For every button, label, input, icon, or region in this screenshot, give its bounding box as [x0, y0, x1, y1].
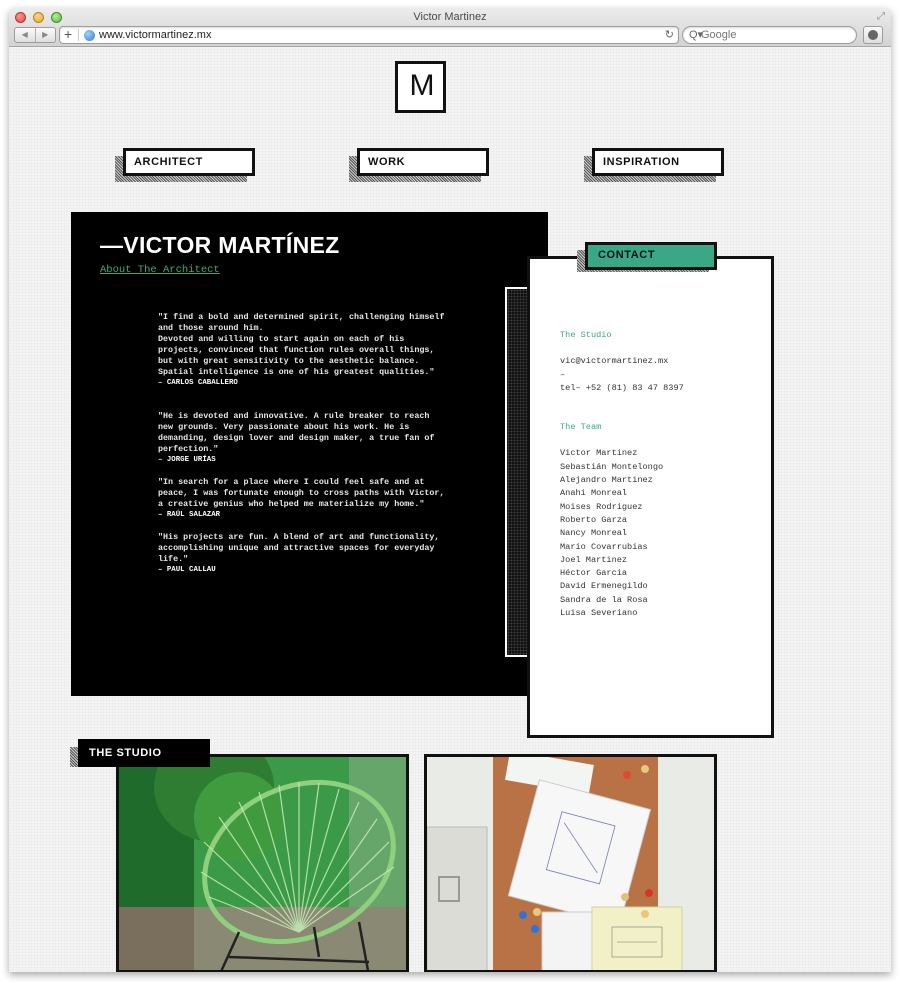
- fullscreen-icon[interactable]: ⤢: [877, 11, 885, 22]
- back-button[interactable]: ◀: [15, 28, 36, 42]
- team-member: Sebastián Montelongo: [560, 461, 664, 472]
- testimonials: "I find a bold and determined spirit, ch…: [158, 312, 458, 576]
- team-member: Anahi Monreal: [560, 488, 628, 499]
- testimonial-author: – CARLOS CABALLERO: [158, 379, 238, 387]
- studio-heading: The Studio: [560, 330, 612, 340]
- contact-tab-label[interactable]: CONTACT: [585, 242, 717, 270]
- team-member: Alejandro Martinez: [560, 475, 653, 486]
- nav-item-architect[interactable]: ARCHITECT: [115, 148, 263, 188]
- about-the-architect-link[interactable]: About The Architect: [100, 264, 220, 276]
- team-member: Victor Martinez: [560, 448, 638, 459]
- downloads-button[interactable]: [863, 26, 883, 44]
- studio-label-text[interactable]: THE STUDIO: [78, 739, 210, 767]
- contact-details: The Studio vic@victormartinez.mx – tel– …: [560, 329, 684, 620]
- browser-window: Victor Martinez ⤢ ◀ ▶ + www.victormartin…: [9, 8, 891, 972]
- add-bookmark-icon[interactable]: +: [64, 26, 72, 42]
- chair-image: [119, 757, 406, 970]
- nav-label[interactable]: INSPIRATION: [592, 148, 724, 176]
- team-member: Héctor Garcia: [560, 568, 628, 579]
- forward-button[interactable]: ▶: [36, 28, 56, 42]
- studio-photo-chair[interactable]: [116, 754, 409, 972]
- testimonial-author: – PAUL CALLAU: [158, 566, 216, 574]
- testimonial-author: – RAÚL SALAZAR: [158, 511, 221, 519]
- url-text[interactable]: www.victormartinez.mx: [99, 29, 211, 41]
- team-member: Roberto Garza: [560, 514, 628, 525]
- separator: –: [560, 369, 566, 380]
- email-link[interactable]: vic@victormartinez.mx: [560, 355, 684, 368]
- team-member: Moises Rodriguez: [560, 501, 643, 512]
- team-member: David Ermenegildo: [560, 581, 648, 592]
- team-member: Sandra de la Rosa: [560, 594, 648, 605]
- web-page: M ARCHITECT WORK INSPIRATION —VICTOR MAR…: [9, 48, 891, 972]
- testimonial-text: "His projects are fun. A blend of art an…: [158, 532, 440, 564]
- team-member: Luisa Severiano: [560, 608, 638, 619]
- nav-label[interactable]: WORK: [357, 148, 489, 176]
- search-bar[interactable]: Q▾: [682, 26, 857, 44]
- team-heading: The Team: [560, 422, 602, 433]
- testimonial-text: "I find a bold and determined spirit, ch…: [158, 312, 445, 377]
- testimonial-author: – JORGE URÍAS: [158, 456, 216, 464]
- team-list: Victor Martinez Sebastián Montelongo Ale…: [560, 447, 684, 620]
- team-member: Nancy Monreal: [560, 528, 628, 539]
- nav-item-inspiration[interactable]: INSPIRATION: [584, 148, 732, 188]
- studio-photo-board[interactable]: [424, 754, 717, 972]
- site-logo[interactable]: M: [395, 61, 446, 113]
- divider: [78, 29, 79, 41]
- team-member: Mario Covarrubias: [560, 541, 648, 552]
- browser-toolbar: Victor Martinez ⤢ ◀ ▶ + www.victormartin…: [9, 8, 891, 47]
- address-bar[interactable]: + www.victormartinez.mx ↻: [59, 26, 679, 44]
- contact-panel: The Studio vic@victormartinez.mx – tel– …: [527, 256, 774, 738]
- testimonial-text: "He is devoted and innovative. A rule br…: [158, 411, 435, 454]
- page-title: —VICTOR MARTÍNEZ: [100, 232, 340, 258]
- nav-label[interactable]: ARCHITECT: [123, 148, 255, 176]
- architect-panel: —VICTOR MARTÍNEZ About The Architect "I …: [71, 212, 548, 696]
- download-icon: [868, 30, 878, 40]
- reload-icon[interactable]: ↻: [665, 28, 674, 41]
- nav-item-work[interactable]: WORK: [349, 148, 497, 188]
- phone-number: tel– +52 (81) 83 47 8397: [560, 382, 684, 393]
- search-input[interactable]: [701, 28, 851, 42]
- history-buttons: ◀ ▶: [14, 27, 56, 43]
- team-member: Joel Martinez: [560, 554, 628, 565]
- globe-icon: [84, 30, 95, 41]
- window-title: Victor Martinez: [413, 11, 487, 23]
- corkboard-image: [427, 757, 714, 970]
- testimonial-text: "In search for a place where I could fee…: [158, 477, 445, 509]
